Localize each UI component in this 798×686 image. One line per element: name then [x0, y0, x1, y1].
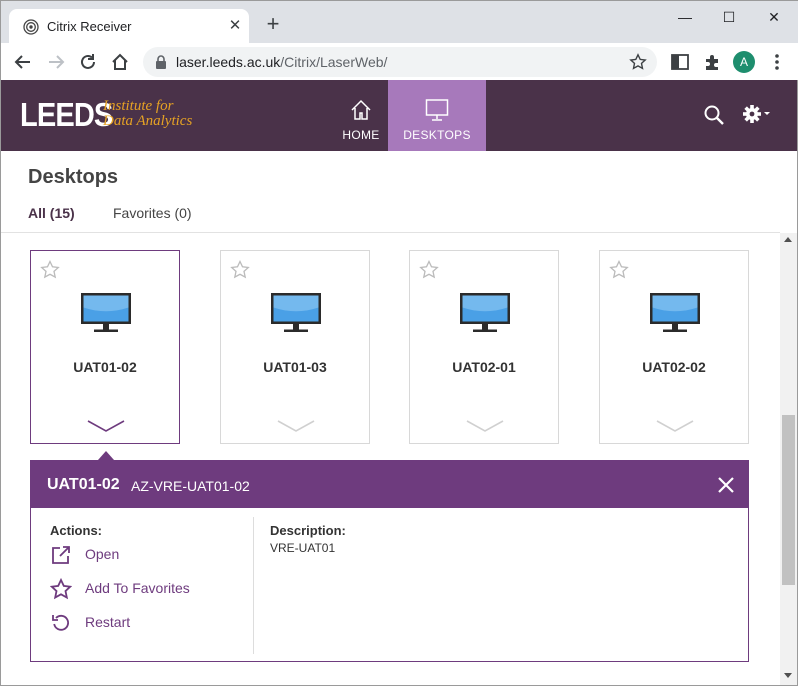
browser-window: Citrix Receiver ✕ + — ☐ ✕ laser.leeds.ac…	[0, 0, 798, 81]
monitor-icon	[81, 293, 131, 332]
monitor-icon	[271, 293, 321, 332]
open-action-label: Open	[85, 546, 120, 562]
chevron-down-icon[interactable]	[466, 419, 504, 433]
lock-icon	[156, 55, 166, 69]
profile-avatar[interactable]: A	[733, 51, 755, 73]
favorite-star-icon[interactable]	[419, 260, 439, 280]
monitor-icon	[650, 293, 700, 332]
desktop-name: UAT02-02	[642, 359, 706, 375]
chevron-down-icon[interactable]	[277, 419, 315, 433]
forward-arrow-icon[interactable]	[45, 51, 67, 73]
citrix-favicon-icon	[23, 19, 39, 35]
scroll-up-arrow-icon[interactable]	[784, 237, 792, 242]
home-button-icon[interactable]	[109, 51, 131, 73]
favorite-star-icon[interactable]	[40, 260, 60, 280]
minimize-button[interactable]: —	[670, 7, 700, 27]
restart-action[interactable]: Restart	[50, 612, 250, 634]
details-header: UAT01-02 AZ-VRE-UAT01-02	[31, 461, 748, 508]
browser-tab[interactable]: Citrix Receiver ✕	[9, 9, 249, 43]
maximize-button[interactable]: ☐	[714, 7, 744, 27]
side-panel-icon[interactable]	[669, 51, 691, 73]
add-to-favorites-label: Add To Favorites	[85, 580, 190, 596]
favorite-star-icon[interactable]	[609, 260, 629, 280]
chevron-down-icon[interactable]	[87, 419, 125, 433]
desktop-name: UAT01-03	[263, 359, 327, 375]
kebab-menu-icon[interactable]	[766, 51, 788, 73]
leeds-logo: LEEDS	[20, 96, 113, 133]
details-subtitle: AZ-VRE-UAT01-02	[131, 478, 250, 494]
bookmark-star-icon[interactable]	[629, 53, 647, 71]
tab-title: Citrix Receiver	[47, 19, 132, 34]
page-title: Desktops	[28, 166, 119, 188]
open-external-icon	[52, 546, 70, 564]
nav-desktops[interactable]: DESKTOPS	[388, 80, 486, 151]
tab-strip: Citrix Receiver ✕ + — ☐ ✕	[1, 1, 798, 43]
restart-icon	[52, 614, 69, 631]
description-value: VRE-UAT01	[270, 541, 336, 555]
nav-desktops-label: DESKTOPS	[403, 128, 471, 142]
browser-toolbar: laser.leeds.ac.uk/Citrix/LaserWeb/ A	[1, 43, 798, 81]
star-icon	[50, 578, 72, 600]
back-arrow-icon[interactable]	[12, 51, 34, 73]
close-window-button[interactable]: ✕	[759, 7, 789, 27]
description-label: Description:	[270, 523, 346, 538]
extensions-puzzle-icon[interactable]	[701, 51, 723, 73]
app-header: LEEDS Institute for Data Analytics HOME …	[0, 80, 798, 151]
monitor-icon	[460, 293, 510, 332]
new-tab-button[interactable]: +	[261, 13, 285, 37]
filter-all[interactable]: All (15)	[28, 205, 75, 221]
open-action[interactable]: Open	[50, 544, 250, 566]
search-icon[interactable]	[703, 104, 725, 126]
tab-close-icon[interactable]: ✕	[225, 16, 245, 36]
desktop-tile[interactable]: UAT01-03	[220, 250, 370, 444]
panel-divider	[253, 517, 254, 654]
chevron-down-icon[interactable]	[656, 419, 694, 433]
home-icon	[351, 99, 371, 120]
actions-label: Actions:	[50, 523, 102, 538]
institute-logo-text: Institute for Data Analytics	[103, 98, 193, 129]
section-divider	[0, 232, 780, 233]
desktop-tile[interactable]: UAT02-02	[599, 250, 749, 444]
address-bar[interactable]: laser.leeds.ac.uk/Citrix/LaserWeb/	[143, 47, 657, 77]
window-frame-left	[0, 80, 1, 686]
details-title: UAT01-02	[47, 476, 120, 493]
restart-action-label: Restart	[85, 614, 131, 630]
monitor-icon	[425, 99, 449, 121]
desktop-tile[interactable]: UAT02-01	[409, 250, 559, 444]
scroll-down-arrow-icon[interactable]	[784, 673, 792, 678]
close-icon[interactable]	[717, 476, 735, 494]
settings-gear-icon[interactable]	[742, 103, 772, 125]
url-text[interactable]: laser.leeds.ac.uk/Citrix/LaserWeb/	[176, 54, 387, 70]
reload-icon[interactable]	[77, 51, 99, 73]
desktop-name: UAT01-02	[73, 359, 137, 375]
favorite-star-icon[interactable]	[230, 260, 250, 280]
desktop-tile[interactable]: UAT01-02	[30, 250, 180, 444]
desktop-details-panel: UAT01-02 AZ-VRE-UAT01-02 Actions: Open A…	[30, 460, 749, 662]
vertical-scrollbar[interactable]	[780, 233, 797, 685]
scrollbar-thumb[interactable]	[782, 415, 795, 585]
filter-favorites[interactable]: Favorites (0)	[113, 205, 192, 221]
desktop-name: UAT02-01	[452, 359, 516, 375]
panel-pointer	[98, 451, 114, 460]
add-to-favorites-action[interactable]: Add To Favorites	[50, 578, 250, 600]
